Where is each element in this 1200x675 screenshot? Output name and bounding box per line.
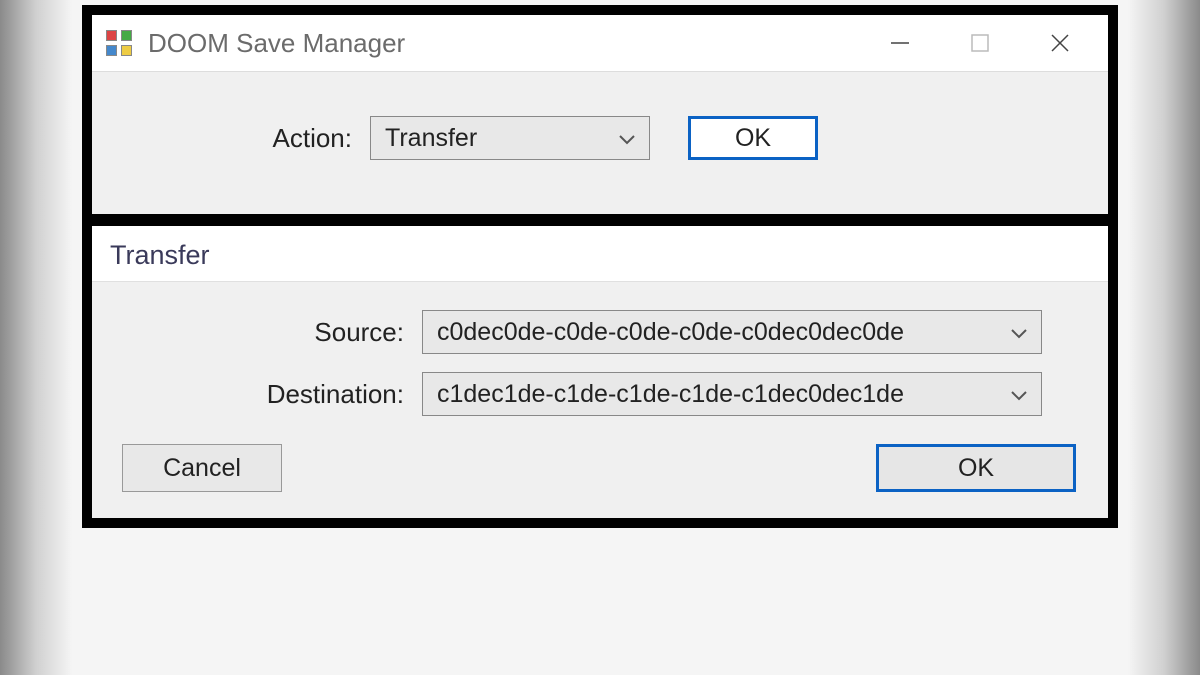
chevron-down-icon — [617, 124, 637, 153]
action-panel: Action: Transfer OK — [92, 71, 1108, 214]
action-selected-value: Transfer — [385, 124, 477, 153]
main-window: DOOM Save Manager Action: Transfer — [92, 15, 1108, 518]
chevron-down-icon — [1009, 380, 1029, 409]
close-button[interactable] — [1020, 15, 1100, 71]
minimize-button[interactable] — [860, 15, 940, 71]
chevron-down-icon — [1009, 318, 1029, 347]
transfer-ok-button[interactable]: OK — [876, 444, 1076, 492]
window-title: DOOM Save Manager — [148, 28, 860, 59]
source-label: Source: — [122, 317, 422, 348]
app-icon — [106, 30, 132, 56]
titlebar: DOOM Save Manager — [92, 15, 1108, 71]
destination-label: Destination: — [122, 379, 422, 410]
destination-row: Destination: c1dec1de-c1de-c1de-c1de-c1d… — [122, 372, 1078, 416]
action-ok-button[interactable]: OK — [688, 116, 818, 160]
transfer-panel: Transfer Source: c0dec0de-c0de-c0de-c0de… — [92, 226, 1108, 518]
action-label: Action: — [122, 123, 352, 154]
close-icon — [1047, 30, 1073, 56]
cancel-button[interactable]: Cancel — [122, 444, 282, 492]
source-row: Source: c0dec0de-c0de-c0de-c0de-c0dec0de… — [122, 310, 1078, 354]
destination-selected-value: c1dec1de-c1de-c1de-c1de-c1dec0dec1de — [437, 380, 904, 409]
transfer-panel-header: Transfer — [92, 226, 1108, 281]
destination-combobox[interactable]: c1dec1de-c1de-c1de-c1de-c1dec0dec1de — [422, 372, 1042, 416]
minimize-icon — [887, 30, 913, 56]
transfer-panel-body: Source: c0dec0de-c0de-c0de-c0de-c0dec0de… — [92, 281, 1108, 518]
window-controls — [860, 15, 1100, 71]
outer-frame: DOOM Save Manager Action: Transfer — [82, 5, 1118, 528]
window-divider — [92, 214, 1108, 226]
action-combobox[interactable]: Transfer — [370, 116, 650, 160]
maximize-icon — [969, 32, 991, 54]
source-selected-value: c0dec0de-c0de-c0de-c0de-c0dec0dec0de — [437, 318, 904, 347]
source-combobox[interactable]: c0dec0de-c0de-c0de-c0de-c0dec0dec0de — [422, 310, 1042, 354]
transfer-button-row: Cancel OK — [122, 444, 1078, 498]
maximize-button[interactable] — [940, 15, 1020, 71]
